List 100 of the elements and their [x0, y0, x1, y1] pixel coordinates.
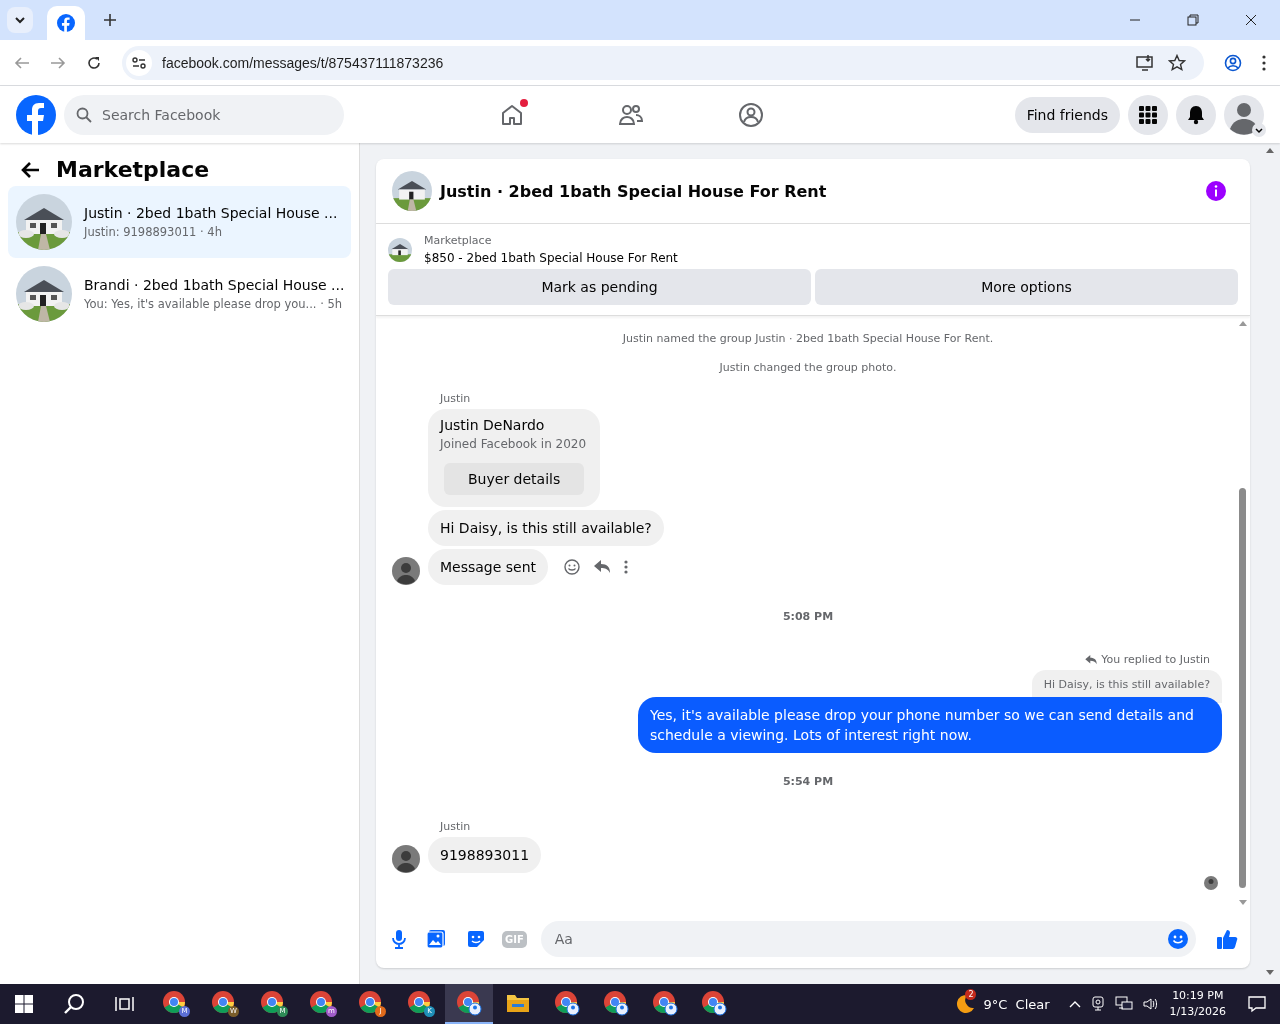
facebook-logo-icon[interactable]	[16, 94, 56, 135]
profile-detail: Joined Facebook in 2020	[440, 437, 587, 451]
weather-badge: 2	[965, 989, 977, 1000]
timestamp: 5:08 PM	[781, 610, 835, 623]
task-view-icon[interactable]	[115, 995, 135, 1013]
find-friends-button[interactable]: Find friends	[1014, 96, 1120, 133]
seen-avatar	[1204, 876, 1218, 890]
conversation-item[interactable]: Brandi · 2bed 1bath Special House ... You: Yes, it's available please drop you... · 5h	[8, 258, 351, 330]
conversation-title: Justin · 2bed 1bath Special House ...	[84, 205, 338, 221]
clock-date: 1/13/2026	[1169, 1004, 1226, 1020]
volume-icon[interactable]	[1142, 997, 1159, 1011]
chat-title: Justin · 2bed 1bath Special House For Rent	[440, 181, 827, 201]
site-settings-icon[interactable]	[126, 49, 152, 76]
friends-icon[interactable]	[618, 102, 644, 127]
sticker-icon[interactable]	[466, 929, 486, 949]
bell-icon	[1186, 104, 1206, 125]
menu-icon[interactable]	[1262, 54, 1266, 71]
timestamp: 5:54 PM	[781, 775, 835, 788]
facebook-logo-icon	[57, 14, 75, 32]
folder-icon	[506, 993, 530, 1013]
action-button[interactable]: More options	[815, 269, 1238, 305]
groups-icon[interactable]	[738, 101, 764, 128]
caret-icon	[14, 14, 26, 26]
home-icon[interactable]	[500, 102, 524, 127]
notifications-button[interactable]	[1176, 94, 1216, 135]
sender-name: Justin	[440, 820, 472, 833]
emoji-icon[interactable]	[1168, 929, 1188, 949]
browser-taskbar-item[interactable]	[445, 984, 493, 1024]
browser-icon	[162, 990, 188, 1016]
avatar	[1224, 94, 1264, 135]
browser-icon	[211, 990, 237, 1016]
listing-source: Marketplace	[424, 234, 493, 247]
conversation-preview: You: Yes, it's available please drop you... · 5h	[84, 297, 344, 311]
grid-icon	[1138, 104, 1158, 125]
page-scroll-up-icon[interactable]	[1266, 147, 1274, 153]
message-input[interactable]: Aa	[552, 930, 1168, 948]
start-icon[interactable]	[15, 995, 33, 1013]
back-icon[interactable]	[14, 54, 30, 71]
microphone-icon[interactable]	[392, 929, 406, 949]
system-message: Justin named the group Justin · 2bed 1bath Special House For Rent.	[621, 332, 995, 345]
page-scroll-down-icon[interactable]	[1266, 970, 1274, 976]
search-field[interactable]: Search Facebook	[64, 94, 344, 135]
message-bubble: Hi Daisy, is this still available?	[428, 510, 664, 546]
gallery-icon[interactable]	[426, 929, 446, 949]
search-icon[interactable]	[63, 993, 85, 1015]
scrollbar-thumb[interactable]	[1239, 488, 1246, 888]
message-bubble: Message sent	[428, 549, 549, 585]
reply-note: You replied to Justin	[1101, 653, 1210, 666]
menu-button[interactable]	[1128, 94, 1168, 135]
camera-icon[interactable]	[1090, 996, 1105, 1012]
address-bar[interactable]: facebook.com/messages/t/875437111873236	[122, 45, 1204, 80]
search-input[interactable]: Search Facebook	[100, 105, 332, 124]
conversation-item[interactable]: Justin · 2bed 1bath Special House ... Justin: 9198893011 · 4h	[8, 186, 351, 258]
buyer-details-button[interactable]: Buyer details	[444, 463, 585, 495]
thumbs-up-icon[interactable]	[1216, 928, 1238, 950]
react-icon[interactable]	[564, 559, 581, 575]
caret-icon	[1252, 122, 1266, 137]
forward-icon[interactable]	[50, 54, 66, 71]
browser-icon	[407, 990, 433, 1016]
browser-icon	[603, 990, 629, 1016]
browser-icon	[701, 990, 727, 1016]
browser-tab[interactable]	[47, 6, 85, 40]
install-app-icon[interactable]	[1136, 53, 1154, 72]
profile-icon[interactable]	[1224, 53, 1242, 72]
sidebar-title: Marketplace	[56, 157, 210, 182]
back-arrow-icon[interactable]	[20, 160, 40, 179]
info-icon[interactable]	[1206, 181, 1226, 201]
scroll-down-icon[interactable]	[1239, 900, 1247, 906]
url-text: facebook.com/messages/t/875437111873236	[162, 54, 444, 71]
message-bubble: 9198893011	[428, 837, 542, 873]
bookmark-star-icon[interactable]	[1168, 53, 1186, 72]
network-icon[interactable]	[1114, 996, 1133, 1012]
message-field[interactable]: Aa	[540, 921, 1196, 957]
system-message: Justin changed the group photo.	[718, 361, 898, 374]
conversation-title: Brandi · 2bed 1bath Special House ...	[84, 277, 345, 293]
scroll-up-icon[interactable]	[1239, 320, 1247, 326]
action-button[interactable]: Mark as pending	[388, 269, 811, 305]
chevron-up-icon[interactable]	[1068, 1000, 1081, 1008]
listing-title: $850 - 2bed 1bath Special House For Rent	[424, 251, 678, 265]
browser-icon	[554, 990, 580, 1016]
tab-list-button[interactable]	[7, 7, 33, 33]
clock-time: 10:19 PM	[1172, 988, 1224, 1004]
profile-name: Justin DeNardo	[440, 417, 545, 433]
reply-icon	[1085, 654, 1098, 665]
browser-icon	[456, 990, 482, 1016]
restore-icon[interactable]	[1187, 14, 1199, 26]
more-icon[interactable]	[624, 560, 629, 574]
reply-icon[interactable]	[594, 560, 611, 574]
browser-icon	[260, 990, 286, 1016]
conversation-preview: Justin: 9198893011 · 4h	[84, 225, 223, 239]
message-bubble: Yes, it's available please drop your phone number so we can send details and schedule a viewing. Lots of interest right now.	[638, 697, 1222, 753]
account-button[interactable]	[1224, 94, 1264, 135]
close-icon[interactable]	[1245, 14, 1257, 26]
search-icon	[76, 106, 92, 123]
browser-icon	[309, 990, 335, 1016]
reload-icon[interactable]	[86, 54, 102, 71]
browser-icon	[358, 990, 384, 1016]
notifications-icon[interactable]	[1248, 995, 1266, 1013]
new-tab-icon[interactable]	[103, 13, 117, 27]
browser-icon	[652, 990, 678, 1016]
